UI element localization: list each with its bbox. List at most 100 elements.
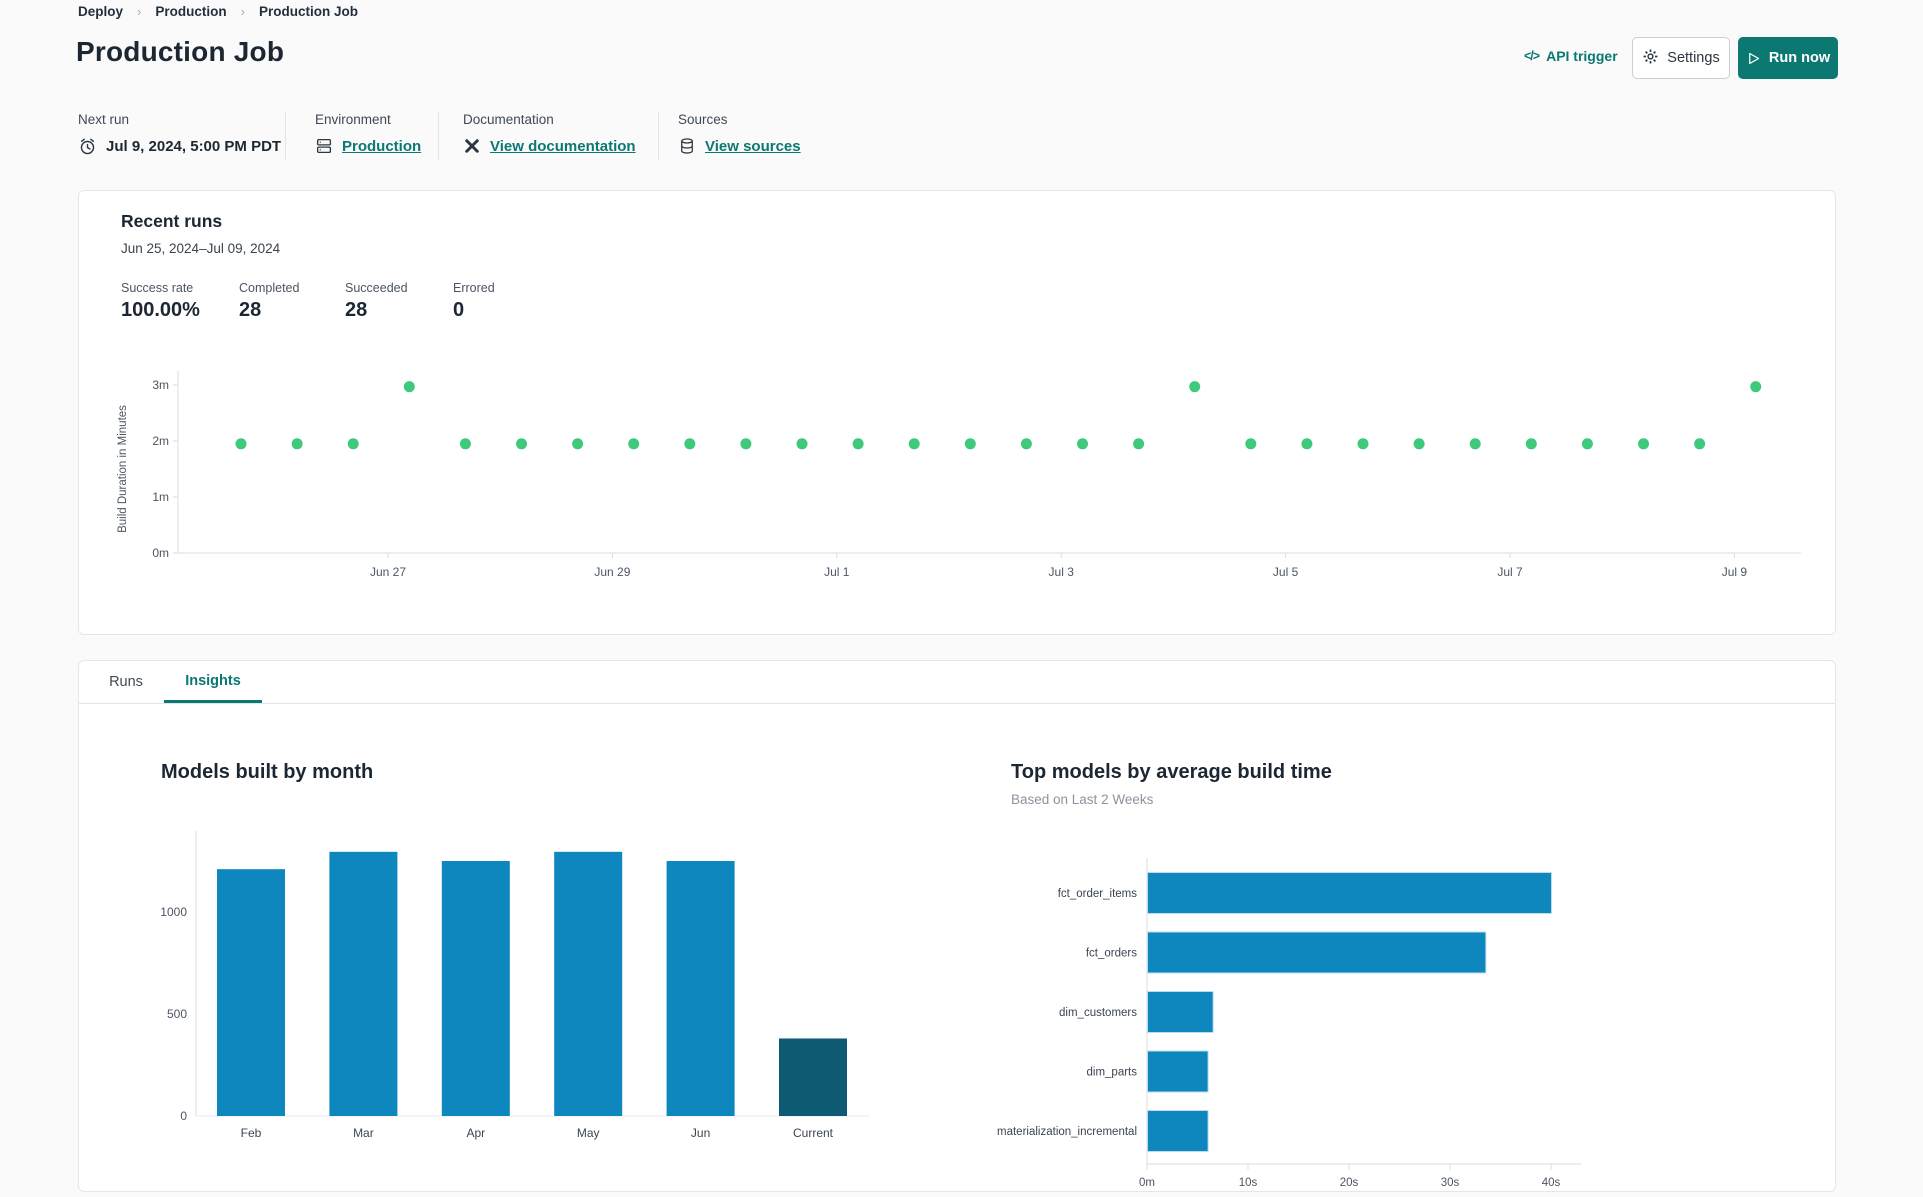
bar-fct_order_items[interactable] bbox=[1147, 872, 1552, 914]
run-point[interactable] bbox=[235, 438, 247, 450]
run-point[interactable] bbox=[1077, 438, 1089, 450]
x-category-label: Apr bbox=[466, 1126, 485, 1140]
settings-button[interactable]: Settings bbox=[1632, 37, 1730, 79]
bar-label: fct_orders bbox=[1086, 948, 1137, 960]
y-tick-label: 0 bbox=[180, 1109, 187, 1123]
next-run-value: Jul 9, 2024, 5:00 PM PDT bbox=[106, 138, 282, 155]
run-point[interactable] bbox=[1694, 438, 1706, 450]
run-point[interactable] bbox=[1133, 438, 1145, 450]
bar-may[interactable] bbox=[554, 851, 623, 1116]
environment-server-icon bbox=[315, 137, 333, 155]
view-documentation-link[interactable]: View documentation bbox=[490, 138, 636, 155]
x-tick-label: 30s bbox=[1441, 1177, 1460, 1189]
x-tick-label: 20s bbox=[1340, 1177, 1359, 1189]
y-tick-label: 3m bbox=[152, 378, 169, 392]
bar-feb[interactable] bbox=[217, 869, 285, 1116]
documentation-section: Documentation View documentation bbox=[463, 112, 636, 155]
run-point[interactable] bbox=[796, 438, 808, 450]
divider bbox=[285, 112, 286, 160]
stat-success-rate: Success rate 100.00% bbox=[121, 281, 200, 322]
run-point[interactable] bbox=[1301, 438, 1313, 450]
chevron-right-icon: › bbox=[137, 4, 142, 19]
recent-runs-card: Recent runs Jun 25, 2024–Jul 09, 2024 Su… bbox=[78, 190, 1836, 635]
x-tick-label: Jul 3 bbox=[1049, 565, 1075, 579]
run-point[interactable] bbox=[1638, 438, 1650, 450]
x-tick-label: Jun 27 bbox=[370, 565, 406, 579]
environment-section: Environment Production bbox=[315, 112, 421, 155]
run-point[interactable] bbox=[516, 438, 528, 450]
top-models-chart: 0m 10s 20s 30s 40s fct_order_items fct_ordersd… bbox=[997, 858, 1581, 1189]
y-axis-title: Build Duration in Minutes bbox=[117, 405, 129, 533]
y-tick-label: 2m bbox=[152, 434, 169, 448]
stat-errored: Errored 0 bbox=[453, 281, 495, 322]
x-tick-label: Jul 7 bbox=[1497, 565, 1523, 579]
run-point[interactable] bbox=[1750, 381, 1762, 393]
run-point[interactable] bbox=[908, 438, 920, 450]
run-point[interactable] bbox=[572, 438, 584, 450]
run-point[interactable] bbox=[1357, 438, 1369, 450]
bar-dim_parts[interactable] bbox=[1147, 1050, 1209, 1093]
documentation-label: Documentation bbox=[463, 112, 554, 127]
bar-label: dim_parts bbox=[1087, 1067, 1138, 1079]
stat-value: 0 bbox=[453, 299, 465, 321]
dbt-docs-icon bbox=[463, 137, 481, 155]
play-icon bbox=[1746, 51, 1761, 66]
run-point[interactable] bbox=[1469, 438, 1481, 450]
view-sources-link[interactable]: View sources bbox=[705, 138, 801, 155]
tab-insights[interactable]: Insights bbox=[164, 661, 262, 703]
environment-label: Environment bbox=[315, 112, 391, 127]
run-point[interactable] bbox=[347, 438, 359, 450]
run-point[interactable] bbox=[1020, 438, 1032, 450]
run-point[interactable] bbox=[1525, 438, 1537, 450]
build-duration-scatter-chart: 0m 1m 2m 3m Jun 27 Jun 29 Jul 1 Jul 3 Jul 5 Jul 7… bbox=[117, 371, 1801, 579]
x-category-label: Feb bbox=[241, 1126, 262, 1140]
stat-label: Success rate bbox=[121, 281, 194, 295]
run-point[interactable] bbox=[291, 438, 303, 450]
run-point[interactable] bbox=[1413, 438, 1425, 450]
run-point[interactable] bbox=[1581, 438, 1593, 450]
stat-completed: Completed 28 bbox=[239, 281, 299, 322]
run-now-button[interactable]: Run now bbox=[1738, 37, 1838, 79]
sources-section: Sources View sources bbox=[678, 112, 801, 155]
run-point[interactable] bbox=[628, 438, 640, 450]
x-category-label: Mar bbox=[353, 1126, 374, 1140]
run-point[interactable] bbox=[964, 438, 976, 450]
sources-label: Sources bbox=[678, 112, 728, 127]
run-now-label: Run now bbox=[1768, 50, 1831, 66]
api-trigger-link[interactable]: </> API trigger bbox=[1524, 48, 1618, 64]
bar-apr[interactable] bbox=[441, 861, 510, 1116]
page-title: Production Job bbox=[76, 36, 285, 67]
bar-label: dim_customers bbox=[1059, 1007, 1137, 1019]
breadcrumb-production[interactable]: Production bbox=[155, 4, 226, 19]
bar-mar[interactable] bbox=[329, 851, 398, 1116]
run-point[interactable] bbox=[459, 438, 471, 450]
y-tick-label: 1000 bbox=[160, 905, 187, 919]
run-point[interactable] bbox=[852, 438, 864, 450]
run-point[interactable] bbox=[740, 438, 752, 450]
api-trigger-label: API trigger bbox=[1546, 48, 1618, 64]
breadcrumb: Deploy › Production › Production Job bbox=[78, 4, 358, 19]
run-point[interactable] bbox=[403, 381, 415, 393]
x-tick-label: Jul 9 bbox=[1722, 565, 1748, 579]
recent-runs-title: Recent runs bbox=[121, 211, 223, 231]
next-run-section: Next run Jul 9, 2024, 5:00 PM PDT bbox=[78, 112, 281, 156]
models-by-month-title: Models built by month bbox=[161, 761, 374, 783]
bar-fct_orders[interactable] bbox=[1147, 931, 1487, 974]
bar-materialization_incremental[interactable] bbox=[1147, 1110, 1209, 1152]
bar-jun[interactable] bbox=[666, 861, 735, 1116]
alarm-clock-icon bbox=[78, 137, 97, 156]
x-tick-label: Jul 5 bbox=[1273, 565, 1299, 579]
bar-dim_customers[interactable] bbox=[1147, 991, 1214, 1033]
chevron-right-icon: › bbox=[240, 4, 245, 19]
x-category-label: Current bbox=[793, 1126, 834, 1140]
run-point[interactable] bbox=[1189, 381, 1201, 393]
bar-current[interactable] bbox=[779, 1038, 847, 1116]
x-category-label: May bbox=[577, 1126, 600, 1140]
run-point[interactable] bbox=[684, 438, 696, 450]
insights-card: Runs Insights Models built by month 0 500… bbox=[78, 660, 1836, 1192]
breadcrumb-deploy[interactable]: Deploy bbox=[78, 4, 123, 19]
stat-value: 100.00% bbox=[121, 299, 200, 321]
tab-runs[interactable]: Runs bbox=[99, 661, 153, 703]
run-point[interactable] bbox=[1245, 438, 1257, 450]
environment-link[interactable]: Production bbox=[342, 138, 421, 155]
